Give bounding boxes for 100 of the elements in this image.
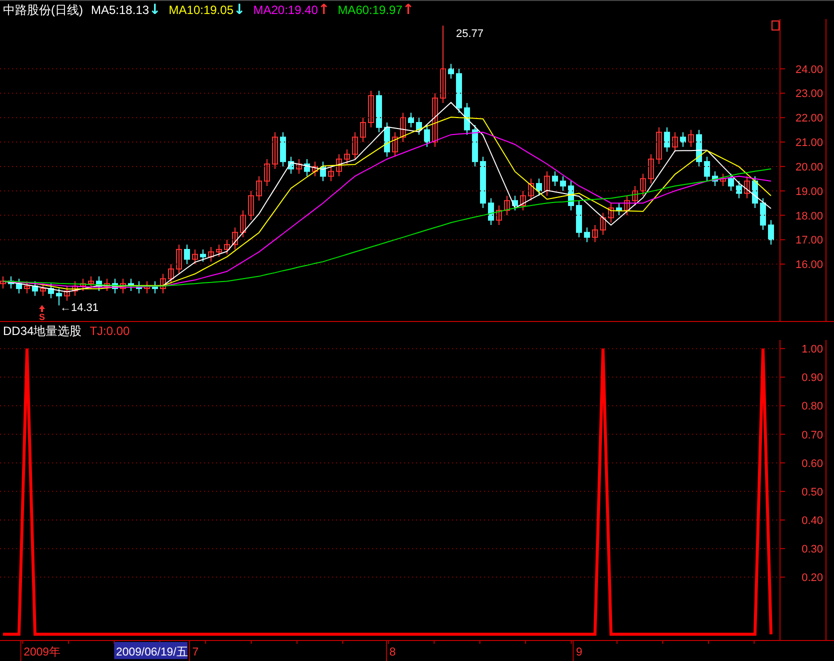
- candlestick: [648, 154, 654, 184]
- candlestick: [112, 278, 118, 294]
- axis-label: 1.00: [802, 344, 823, 356]
- candlestick: [120, 278, 126, 294]
- candlestick: [520, 190, 526, 211]
- candlestick: [752, 176, 758, 208]
- date-label: 7: [192, 646, 199, 658]
- candlestick: [392, 132, 398, 158]
- candlestick: [192, 248, 198, 265]
- candlestick: [656, 126, 662, 165]
- candlestick: [640, 173, 646, 196]
- candlestick: [736, 180, 742, 199]
- trend-arrow: ↑: [402, 1, 414, 19]
- axis-label: 17.00: [795, 234, 823, 247]
- candlestick: [424, 124, 430, 148]
- candlestick: [400, 112, 406, 143]
- axis-label: 0.80: [802, 400, 823, 413]
- candlestick: [584, 227, 590, 243]
- candlestick: [104, 278, 110, 292]
- candlestick: [224, 239, 230, 255]
- candlestick: [528, 178, 534, 202]
- candlestick: [456, 68, 462, 114]
- axis-label: 21.00: [795, 137, 823, 150]
- candlestick: [168, 264, 174, 284]
- candlestick: [296, 158, 302, 174]
- candlestick: [184, 244, 190, 265]
- candlestick: [232, 227, 238, 250]
- axis-label: 23.00: [795, 88, 823, 100]
- candlestick: [576, 200, 582, 238]
- candlestick: [128, 278, 134, 292]
- axis-label: 0.70: [802, 429, 823, 442]
- axis-label: 0.60: [802, 458, 823, 470]
- axis-label: 0.30: [802, 544, 823, 556]
- candlestick: [616, 202, 622, 216]
- axis-label: 18.00: [795, 210, 823, 222]
- candlestick: [488, 198, 494, 226]
- candlestick: [64, 286, 70, 302]
- candlestick: [272, 132, 278, 170]
- candlestick: [472, 124, 478, 167]
- candlestick: [352, 132, 358, 160]
- indicator-value: TJ:0.00: [90, 323, 130, 340]
- candlestick: [56, 288, 62, 306]
- candlestick: [240, 210, 246, 238]
- candlestick: [760, 198, 766, 230]
- price-label: ←14.31: [60, 302, 99, 314]
- candlestick: [416, 117, 422, 136]
- candlestick: [248, 190, 254, 221]
- stock-title: 中路股份(日线): [3, 2, 83, 19]
- candlestick: [728, 173, 734, 192]
- square-icon: [772, 20, 780, 30]
- signal-marker: S: [39, 312, 45, 321]
- candlestick: [544, 170, 550, 196]
- candlestick: [16, 278, 22, 294]
- candlestick: [384, 122, 390, 158]
- candlestick: [80, 278, 86, 292]
- candlestick: [48, 283, 54, 299]
- candlestick: [176, 244, 182, 274]
- axis-label: 0.20: [802, 572, 823, 584]
- candlestick: [664, 126, 670, 152]
- candlestick: [368, 90, 374, 128]
- candlestick: [288, 156, 294, 174]
- candlestick: [328, 166, 334, 182]
- candlestick: [600, 212, 606, 236]
- candlestick: [40, 283, 46, 296]
- candlestick: [536, 178, 542, 196]
- indicator-title: DD34地量选股: [3, 323, 82, 340]
- candlestick: [24, 280, 30, 294]
- candlestick: [504, 195, 510, 216]
- candlestick: [448, 63, 454, 80]
- candlestick: [560, 176, 566, 192]
- candlestick: [8, 276, 14, 290]
- axis-label: 22.00: [795, 112, 823, 125]
- candlestick: [408, 112, 414, 128]
- date-cursor-label: 2009/06/19/五: [114, 642, 188, 660]
- ma-value-label: MA20:19.40: [253, 2, 318, 19]
- axis-label: 0.50: [802, 486, 823, 498]
- candlestick: [312, 161, 318, 177]
- candlestick: [720, 173, 726, 186]
- candlestick: [496, 205, 502, 226]
- candlestick: [256, 176, 262, 202]
- candlestick: [768, 220, 774, 246]
- candlestick: [376, 90, 382, 133]
- candlestick: [632, 186, 638, 206]
- trend-arrow: ↓: [149, 1, 161, 19]
- candlestick: [568, 180, 574, 211]
- trend-arrow: ↓: [234, 1, 246, 19]
- up-arrow-icon: [39, 305, 45, 312]
- axis-label: 0.40: [802, 515, 823, 527]
- axis-label: 0.90: [802, 372, 823, 384]
- ma-value-label: MA5:18.13: [91, 2, 150, 19]
- candlestick: [464, 102, 470, 136]
- date-label: 2009年: [24, 646, 60, 658]
- candlestick: [704, 156, 710, 182]
- candlestick: [672, 132, 678, 152]
- candlestick: [32, 280, 38, 296]
- candlestick: [208, 246, 214, 262]
- candlestick: [320, 161, 326, 182]
- axis-label: 24.00: [795, 64, 823, 76]
- candlestick: [696, 129, 702, 167]
- trend-arrow: ↑: [318, 1, 330, 19]
